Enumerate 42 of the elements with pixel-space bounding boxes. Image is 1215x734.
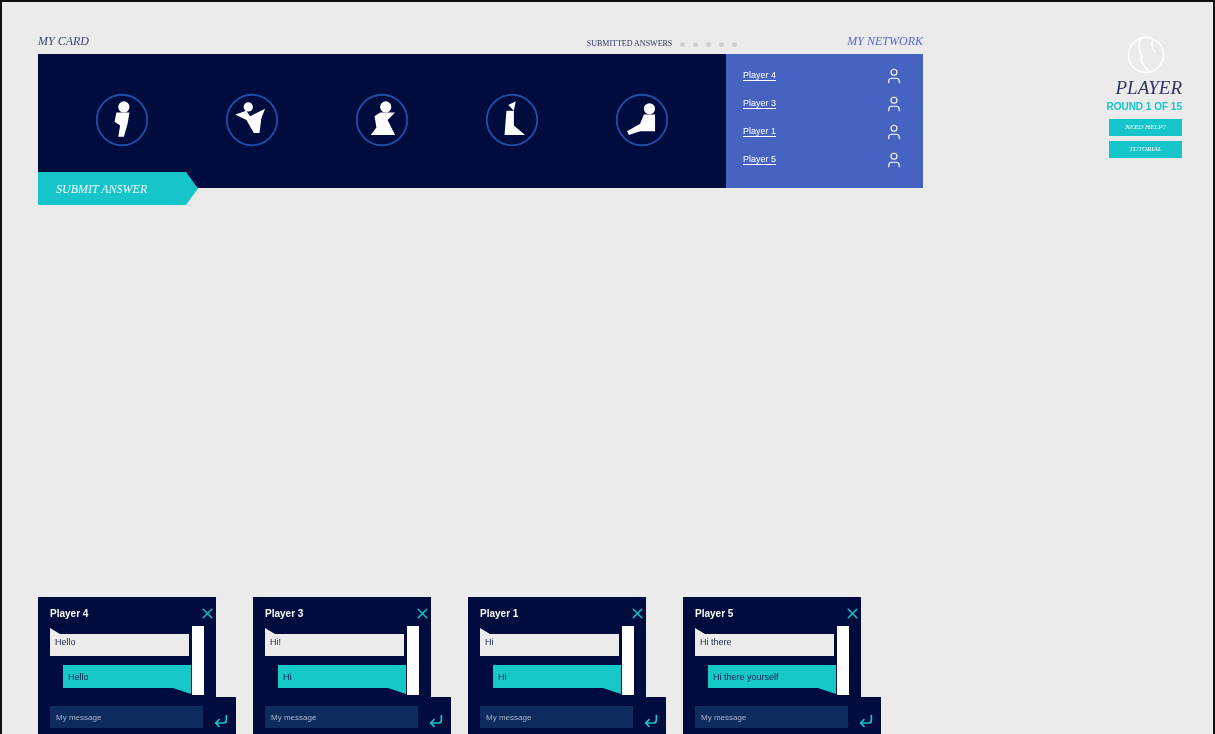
incoming-message: Hi <box>480 628 619 656</box>
message-field[interactable]: My message <box>695 706 848 728</box>
figure-icon <box>224 92 280 148</box>
player-link[interactable]: Player 4 <box>743 68 777 83</box>
figure-icon <box>614 92 670 148</box>
scrollbar[interactable] <box>837 626 849 695</box>
incoming-message: Hi there <box>695 628 834 656</box>
chat-title: Player 4 <box>50 607 89 621</box>
scrollbar[interactable] <box>622 626 634 695</box>
chat-title: Player 1 <box>480 607 519 621</box>
figure-icon <box>94 92 150 148</box>
message-field[interactable]: My message <box>265 706 418 728</box>
user-icon <box>885 94 903 113</box>
section-title: MY CARD <box>38 33 89 50</box>
send-icon[interactable] <box>643 713 659 729</box>
outgoing-message: Hi <box>278 665 406 694</box>
user-icon <box>885 122 903 141</box>
submitted-answers-label: SUBMITTED ANSWERS <box>586 38 673 50</box>
section-title: MY NETWORK <box>847 33 923 50</box>
player-link[interactable]: Player 5 <box>743 152 777 167</box>
send-icon[interactable] <box>428 713 444 729</box>
outgoing-message: Hi there yourself <box>708 665 836 694</box>
player-link[interactable]: Player 1 <box>743 124 777 139</box>
user-icon <box>885 150 903 169</box>
message-field[interactable]: My message <box>480 706 633 728</box>
incoming-message: Hello <box>50 628 189 656</box>
message-field[interactable]: My message <box>50 706 203 728</box>
figure-icon <box>484 92 540 148</box>
outgoing-message: Hello <box>63 665 191 694</box>
outgoing-message: Hi <box>493 665 621 694</box>
round-counter: ROUND 1 OF 15 <box>1106 100 1182 114</box>
scrollbar[interactable] <box>407 626 419 695</box>
figure-icon <box>354 92 410 148</box>
send-icon[interactable] <box>858 713 874 729</box>
chat-title: Player 5 <box>695 607 734 621</box>
user-icon <box>885 66 903 85</box>
incoming-message: Hi! <box>265 628 404 656</box>
send-icon[interactable] <box>213 713 229 729</box>
chat-title: Player 3 <box>265 607 304 621</box>
player-name: PLAYER <box>1115 78 1182 97</box>
player-link[interactable]: Player 3 <box>743 96 777 111</box>
scrollbar[interactable] <box>192 626 204 695</box>
